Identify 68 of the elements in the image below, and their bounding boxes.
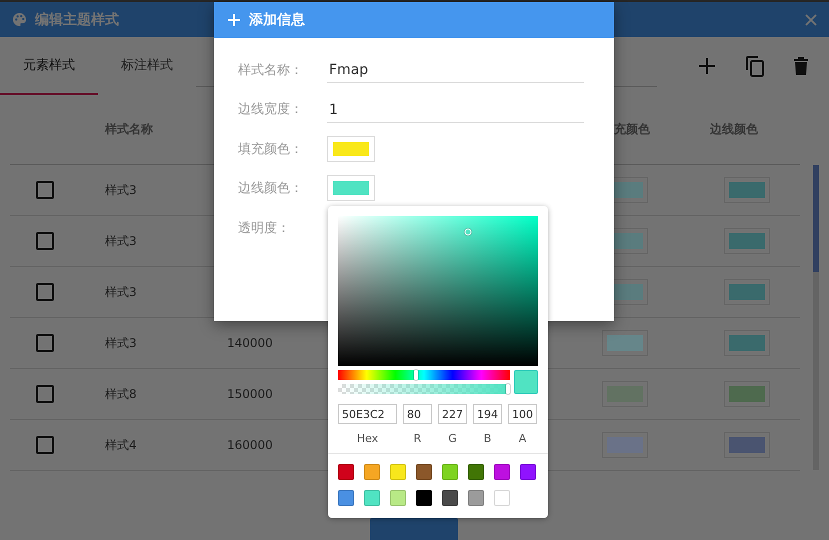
color-swatch[interactable] [390,490,406,506]
saturation-area[interactable] [338,216,538,366]
input-label: Hex [356,432,380,445]
table-cell: 140000 [227,336,273,350]
table-cell-text: 样式3 [104,284,138,300]
hue-slider[interactable] [338,370,510,380]
checkbox[interactable] [36,181,54,199]
footer-button[interactable] [370,518,458,540]
color-swatch[interactable] [468,490,484,506]
plus-icon [228,14,240,26]
input-field[interactable]: 100 [508,404,537,424]
input-label: B [482,432,492,445]
table-cell-text: 样式3 [104,232,138,250]
table-cell: 150000 [227,387,273,401]
table-cell-text: 样式3 [104,334,138,352]
field-label: 透明度： [238,220,291,237]
color-swatch[interactable] [390,464,406,480]
slider-thumb[interactable] [506,384,510,394]
palette-icon [12,12,27,27]
alpha-slider[interactable] [338,384,510,394]
field-label: 样式名称： [238,62,304,79]
color-swatch[interactable] [494,490,510,506]
checkbox[interactable] [36,283,54,301]
input-field[interactable]: 194 [473,404,502,424]
checkbox[interactable] [36,232,54,250]
color-swatch[interactable] [364,490,380,506]
color-swatch[interactable] [520,464,536,480]
color-swatch[interactable] [338,490,354,506]
input-label: A [518,432,528,445]
input-field[interactable]: 227 [438,404,467,424]
field-label: 边线宽度： [238,101,304,118]
table-cell-text: 样式4 [104,436,138,454]
color-swatch[interactable] [494,464,510,480]
scrollbar[interactable] [813,165,819,470]
color-swatch[interactable] [416,464,432,480]
color-swatch[interactable] [364,464,380,480]
copy-icon[interactable] [745,55,765,77]
field-label: 填充颜色： [238,140,304,158]
checkbox[interactable] [36,334,54,352]
input-field[interactable]: 50E3C2 [338,404,397,424]
add-icon[interactable] [697,56,717,76]
checkbox[interactable] [36,385,54,403]
picker-cursor[interactable] [464,228,471,236]
tab[interactable]: 标注样式 [98,37,196,95]
delete-icon[interactable] [793,56,809,76]
slider-thumb[interactable] [414,370,418,380]
window-title: 编辑主题样式 [35,10,119,28]
input-field[interactable]: 80 [403,404,432,424]
color-swatch[interactable] [338,464,354,480]
checkbox[interactable] [36,436,54,454]
input-label: R [412,432,422,445]
color-button[interactable] [327,175,375,202]
color-swatch[interactable] [468,464,484,480]
color-swatch[interactable] [442,464,458,480]
column-header: 样式名称 [104,121,154,138]
table-cell-text: 样式8 [104,386,138,402]
dialog-title: 添加信息 [249,11,305,29]
tab[interactable]: 元素样式 [0,37,98,95]
color-button[interactable] [327,136,375,162]
table-cell: 160000 [227,438,273,452]
column-header: 边线颜色 [709,121,759,138]
input-label: G [447,432,458,445]
close-icon[interactable] [805,14,817,26]
field-label: 边线颜色： [238,180,304,198]
column-header: 充颜色 [613,121,651,138]
color-swatch[interactable] [442,490,458,506]
color-swatch[interactable] [416,490,432,506]
table-cell-text: 样式3 [104,182,138,198]
